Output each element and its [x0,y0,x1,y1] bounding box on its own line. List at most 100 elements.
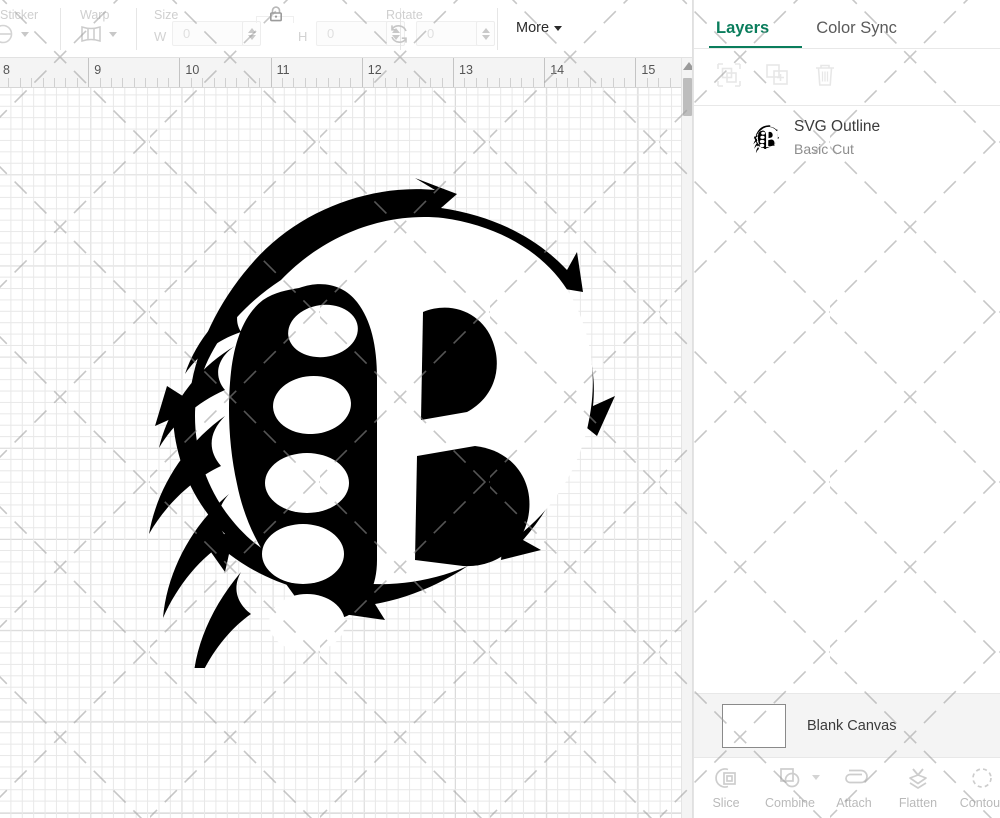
ruler-minor-tick [612,78,614,87]
ruler-minor-tick [282,78,283,87]
more-chevron-down-icon [554,25,563,31]
warp-chevron-down-icon [109,31,117,37]
warp-button[interactable] [78,22,117,46]
width-input[interactable]: 0 [172,21,244,46]
ruler-tick-label: 10 [185,63,200,77]
ruler-tick-label: 8 [3,63,10,77]
delete-layer-button[interactable] [812,62,838,93]
width-stepper[interactable] [242,21,261,46]
contour-icon [972,768,992,788]
height-value: 0 [327,26,335,41]
claw-hole-3 [265,453,349,513]
attach-label: Attach [836,796,872,810]
ruler-minor-tick [202,78,204,87]
toolbar-divider-2 [136,8,137,50]
ruler-minor-tick [464,78,466,87]
tab-color-sync[interactable]: Color Sync [816,19,897,48]
stepper-down-icon [481,34,490,40]
design-canvas[interactable] [0,88,692,818]
ruler-minor-tick [327,78,329,87]
stepper-down-icon [247,34,256,40]
layer-subtitle: Basic Cut [794,141,854,158]
ruler-minor-tick [510,78,511,87]
ruler-minor-tick [646,78,648,87]
ruler-minor-tick [111,78,112,87]
tab-layers[interactable]: Layers [716,19,769,48]
warp-icon [81,25,101,43]
right-panel: Layers Color Sync SVG Outline Basic Cut … [693,0,1000,818]
ruler-minor-tick [225,78,226,87]
combine-button[interactable]: Combine [758,758,822,810]
height-label: H [298,29,308,44]
flatten-button[interactable]: Flatten [886,758,950,810]
ruler-minor-tick [658,78,660,87]
duplicate-layer-button[interactable] [764,62,790,93]
ruler-major-tick [453,58,454,87]
attach-button[interactable]: Attach [822,758,886,810]
ruler-minor-tick [532,78,534,87]
ruler-minor-tick [487,78,489,87]
sticker-group-label: Sticker [0,8,39,22]
ruler-minor-tick [339,78,340,87]
slice-button[interactable]: Slice [694,758,758,810]
canvas-vertical-scrollbar-track[interactable] [681,58,692,818]
ruler-minor-tick [145,78,147,87]
ruler-minor-tick [350,78,352,87]
ruler-minor-tick [304,78,306,87]
ruler-minor-tick [65,78,67,87]
contour-button[interactable]: Contour [950,758,1000,810]
height-input[interactable]: 0 [316,21,388,46]
ruler-major-tick [361,58,363,87]
more-label: More [516,20,550,36]
attach-icon [845,769,868,784]
sticker-button[interactable] [0,22,29,46]
ruler-minor-tick [567,78,568,87]
size-group-label: Size [154,8,179,22]
ruler-minor-tick [624,78,625,87]
ruler-major-tick [270,58,272,87]
ruler-minor-tick [441,78,443,87]
ruler-minor-tick [430,78,432,87]
ruler-minor-tick [156,78,158,87]
layer-action-bar [694,49,1000,105]
canvas-row-label: Blank Canvas [807,717,897,734]
ruler-minor-tick [76,78,78,87]
rotate-input[interactable]: 0 [416,21,478,46]
ruler-minor-tick [31,78,33,87]
rotate-stepper[interactable] [476,21,495,46]
size-lock-button[interactable] [268,5,284,28]
ruler-minor-tick [498,78,500,87]
ruler-tick-label: 9 [94,63,102,77]
ruler-minor-tick [259,78,261,87]
stepper-up-icon [481,27,490,33]
ruler-minor-tick [601,78,603,87]
ruler-tick-label: 11 [276,63,290,77]
canvas-color-swatch[interactable] [722,703,786,748]
artwork-svg-outline[interactable] [85,168,630,668]
top-toolbar: Sticker Warp Size W 0 H 0 Rotate 0 More [0,0,710,58]
slice-icon [715,768,736,788]
ruler-minor-tick [418,78,420,87]
ruler-minor-tick [407,78,409,87]
ruler-major-tick [544,58,546,87]
layer-list: SVG Outline Basic Cut [694,106,1000,690]
ruler-minor-tick [133,78,135,87]
ruler-minor-tick [19,78,21,87]
group-objects-button[interactable] [716,62,742,93]
ruler-minor-tick [669,78,671,87]
ruler-minor-tick [521,78,523,87]
layer-title: SVG Outline [794,118,881,136]
ruler-minor-tick [373,78,375,87]
canvas-vertical-scrollbar-thumb[interactable] [683,78,692,116]
app-root: Sticker Warp Size W 0 H 0 Rotate 0 More … [0,0,1000,818]
rotate-icon [391,25,407,43]
bear-claw-b-logo-icon [753,124,780,153]
combine-icon [780,768,800,788]
claw-hole-5 [269,594,345,652]
rotate-reset-button[interactable] [386,22,412,46]
blank-canvas-row[interactable]: Blank Canvas [694,693,1000,757]
group-icon [717,62,741,87]
more-button[interactable]: More [516,20,563,36]
horizontal-ruler[interactable]: 8 9 10 11 12 13 14 15 [0,58,692,88]
list-item[interactable]: SVG Outline Basic Cut [694,106,1000,170]
